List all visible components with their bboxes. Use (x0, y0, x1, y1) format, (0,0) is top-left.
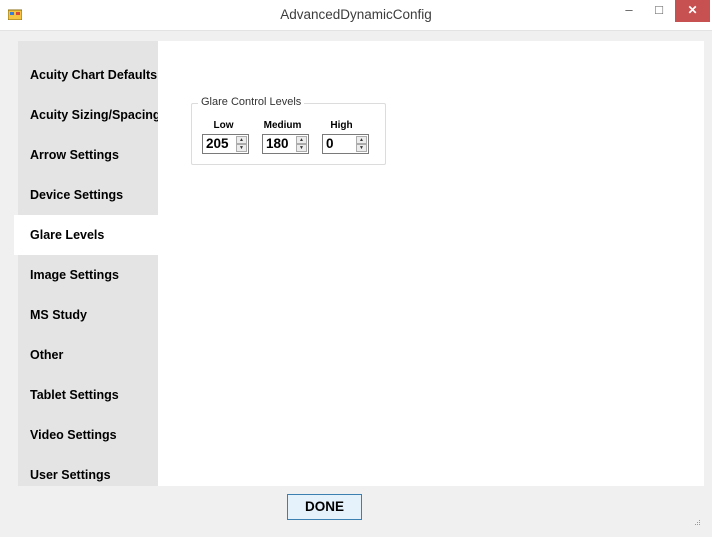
title-bar: AdvancedDynamicConfig – □ ✕ (0, 0, 712, 31)
tab-device-settings[interactable]: Device Settings (18, 175, 158, 215)
high-up-arrow-icon[interactable]: ▲ (356, 136, 367, 144)
medium-up-arrow-icon[interactable]: ▲ (296, 136, 307, 144)
low-value[interactable]: 205 (206, 136, 229, 151)
high-down-arrow-icon[interactable]: ▼ (356, 144, 367, 152)
tab-image-settings[interactable]: Image Settings (18, 255, 158, 295)
client-area: Acuity Chart Defaults Acuity Sizing/Spac… (8, 31, 704, 529)
tab-video-settings[interactable]: Video Settings (18, 415, 158, 455)
close-button[interactable]: ✕ (675, 0, 710, 22)
tab-arrow-settings[interactable]: Arrow Settings (18, 135, 158, 175)
medium-value[interactable]: 180 (266, 136, 289, 151)
minimize-button[interactable]: – (615, 0, 643, 22)
window-title: AdvancedDynamicConfig (280, 7, 432, 22)
medium-label: Medium (263, 120, 302, 131)
groupbox-title: Glare Control Levels (198, 96, 305, 108)
tab-tablet-settings[interactable]: Tablet Settings (18, 375, 158, 415)
tab-strip: Acuity Chart Defaults Acuity Sizing/Spac… (14, 41, 162, 486)
resize-grip-icon[interactable] (693, 518, 701, 526)
tab-user-settings[interactable]: User Settings (18, 455, 158, 495)
low-up-arrow-icon[interactable]: ▲ (236, 136, 247, 144)
low-down-arrow-icon[interactable]: ▼ (236, 144, 247, 152)
low-label: Low (213, 120, 234, 131)
tab-ms-study[interactable]: MS Study (18, 295, 158, 335)
high-stepper[interactable]: 0 ▲ ▼ (322, 134, 369, 154)
maximize-button[interactable]: □ (645, 0, 673, 22)
medium-stepper[interactable]: 180 ▲ ▼ (262, 134, 309, 154)
high-value[interactable]: 0 (326, 136, 334, 151)
tab-other[interactable]: Other (18, 335, 158, 375)
tab-acuity-sizing-spacing[interactable]: Acuity Sizing/Spacing (18, 95, 158, 135)
done-button[interactable]: DONE (287, 494, 362, 520)
low-stepper[interactable]: 205 ▲ ▼ (202, 134, 249, 154)
medium-down-arrow-icon[interactable]: ▼ (296, 144, 307, 152)
tab-glare-levels[interactable]: Glare Levels (14, 215, 162, 255)
glare-control-groupbox: Glare Control Levels Low Medium High 205… (191, 96, 386, 165)
high-label: High (330, 120, 353, 131)
tab-acuity-chart-defaults[interactable]: Acuity Chart Defaults (18, 55, 158, 95)
tab-panel-glare-levels: Glare Control Levels Low Medium High 205… (158, 41, 704, 486)
